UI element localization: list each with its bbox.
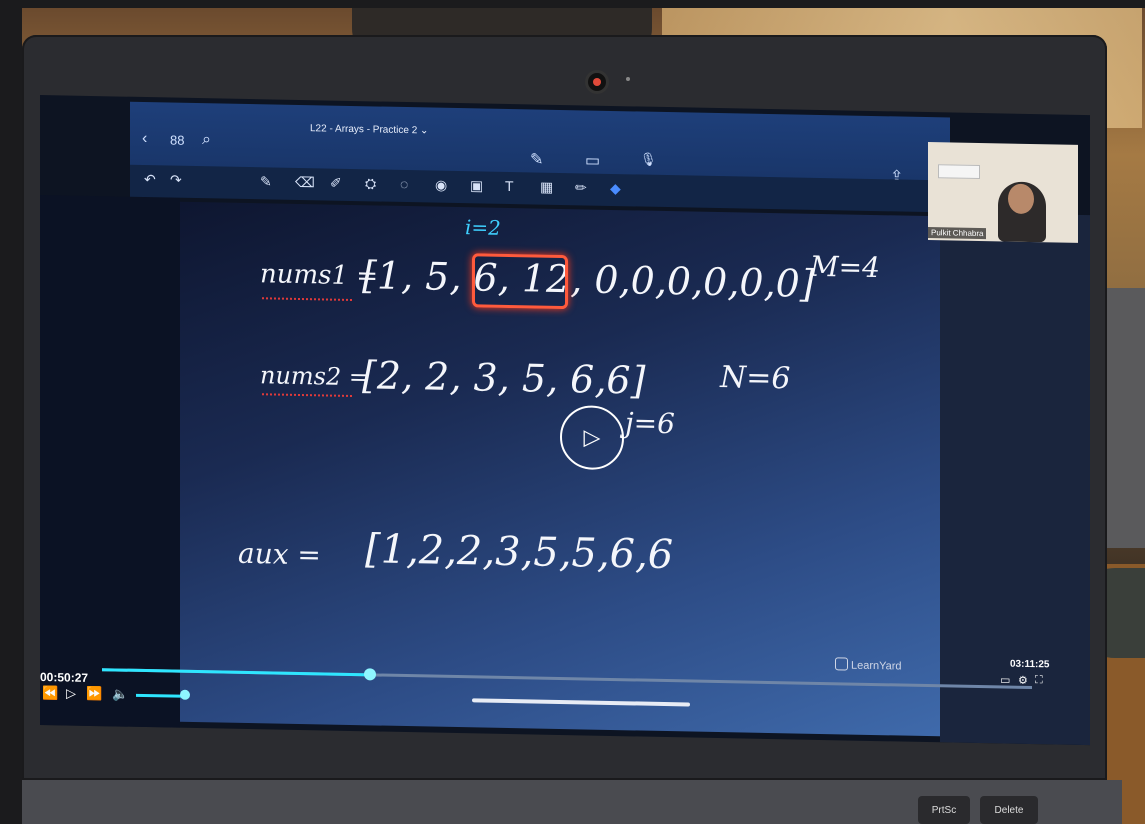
j-label: j=6	[625, 406, 675, 441]
key-prtsc: PrtSc	[918, 796, 970, 824]
key-delete: Delete	[980, 796, 1038, 824]
pen-icon[interactable]: ✎	[260, 173, 272, 190]
webcam-icon	[585, 70, 609, 94]
presenter-face	[1008, 183, 1034, 215]
laptop-screen: ‹ 88 ⌕ L22 - Arrays - Practice 2 ⌄ ✎ ▭ 🎙…	[40, 95, 1090, 746]
air-conditioner	[938, 164, 980, 180]
volume-icon[interactable]: 🔈	[112, 686, 128, 702]
color-picker-icon[interactable]: ◆	[610, 180, 621, 197]
nums2-label: nums2 =	[260, 361, 369, 392]
speaker-grille	[1105, 288, 1145, 548]
total-time: 03:11:25	[1010, 658, 1050, 671]
highlight-box	[472, 253, 568, 310]
grid-icon[interactable]: 88	[170, 132, 184, 147]
presenter-name: Pulkit Chhabra	[928, 227, 987, 240]
play-button[interactable]: ▷	[560, 404, 624, 471]
presenter-webcam: Pulkit Chhabra	[928, 142, 1078, 243]
mic-dot	[626, 77, 630, 81]
pointer-i-label: i=2	[465, 215, 501, 240]
brand-name: LearnYard	[851, 659, 902, 673]
text-icon[interactable]: T	[505, 178, 514, 194]
volume-knob[interactable]	[180, 689, 190, 700]
play-icon: ▷	[583, 424, 601, 450]
progress-knob[interactable]	[363, 668, 376, 681]
search-icon[interactable]: ⌕	[202, 131, 211, 149]
forward-icon[interactable]: ⏩	[86, 686, 102, 702]
screen-left-margin	[40, 195, 180, 728]
rewind-icon[interactable]: ⏪	[42, 685, 58, 701]
current-time: 00:50:27	[40, 670, 89, 685]
nums1-values: [1, 5, 6, 12, 0,0,0,0,0,0]	[362, 253, 815, 306]
redo-icon[interactable]: ↷	[170, 171, 182, 188]
shapes-icon[interactable]: ⛭	[365, 175, 376, 192]
mic-icon[interactable]: 🎙	[640, 152, 657, 168]
board-icon[interactable]: ▭	[585, 150, 600, 170]
lasso-icon[interactable]: ◌	[400, 176, 408, 192]
fullscreen-icon[interactable]: ⛶	[1035, 674, 1043, 687]
learnyard-icon	[835, 657, 848, 671]
aux-label: aux =	[238, 536, 321, 572]
m-label: M=4	[810, 249, 880, 285]
highlighter-icon[interactable]: ✐	[330, 175, 342, 192]
image-icon[interactable]: ▣	[470, 177, 483, 194]
undo-icon[interactable]: ↶	[144, 171, 156, 188]
back-icon[interactable]: ‹	[142, 130, 147, 148]
eraser-icon[interactable]: ⌫	[295, 174, 315, 191]
nums1-label: nums1 =	[260, 259, 379, 292]
sticker-icon[interactable]: ▦	[540, 179, 553, 196]
brand-logo: LearnYard	[835, 657, 902, 673]
document-title[interactable]: L22 - Arrays - Practice 2 ⌄	[310, 123, 428, 136]
n-label: N=6	[720, 360, 791, 397]
pen-mode-icon[interactable]: ✎	[530, 149, 543, 169]
play-small-icon[interactable]: ▷	[66, 685, 76, 701]
ruler-icon[interactable]: ✏	[575, 179, 587, 196]
aux-values: [1,2,2,3,5,5,6,6	[365, 526, 674, 579]
nums2-values: [2, 2, 3, 5, 6,6]	[362, 353, 646, 403]
laser-icon[interactable]: ◉	[435, 177, 447, 194]
